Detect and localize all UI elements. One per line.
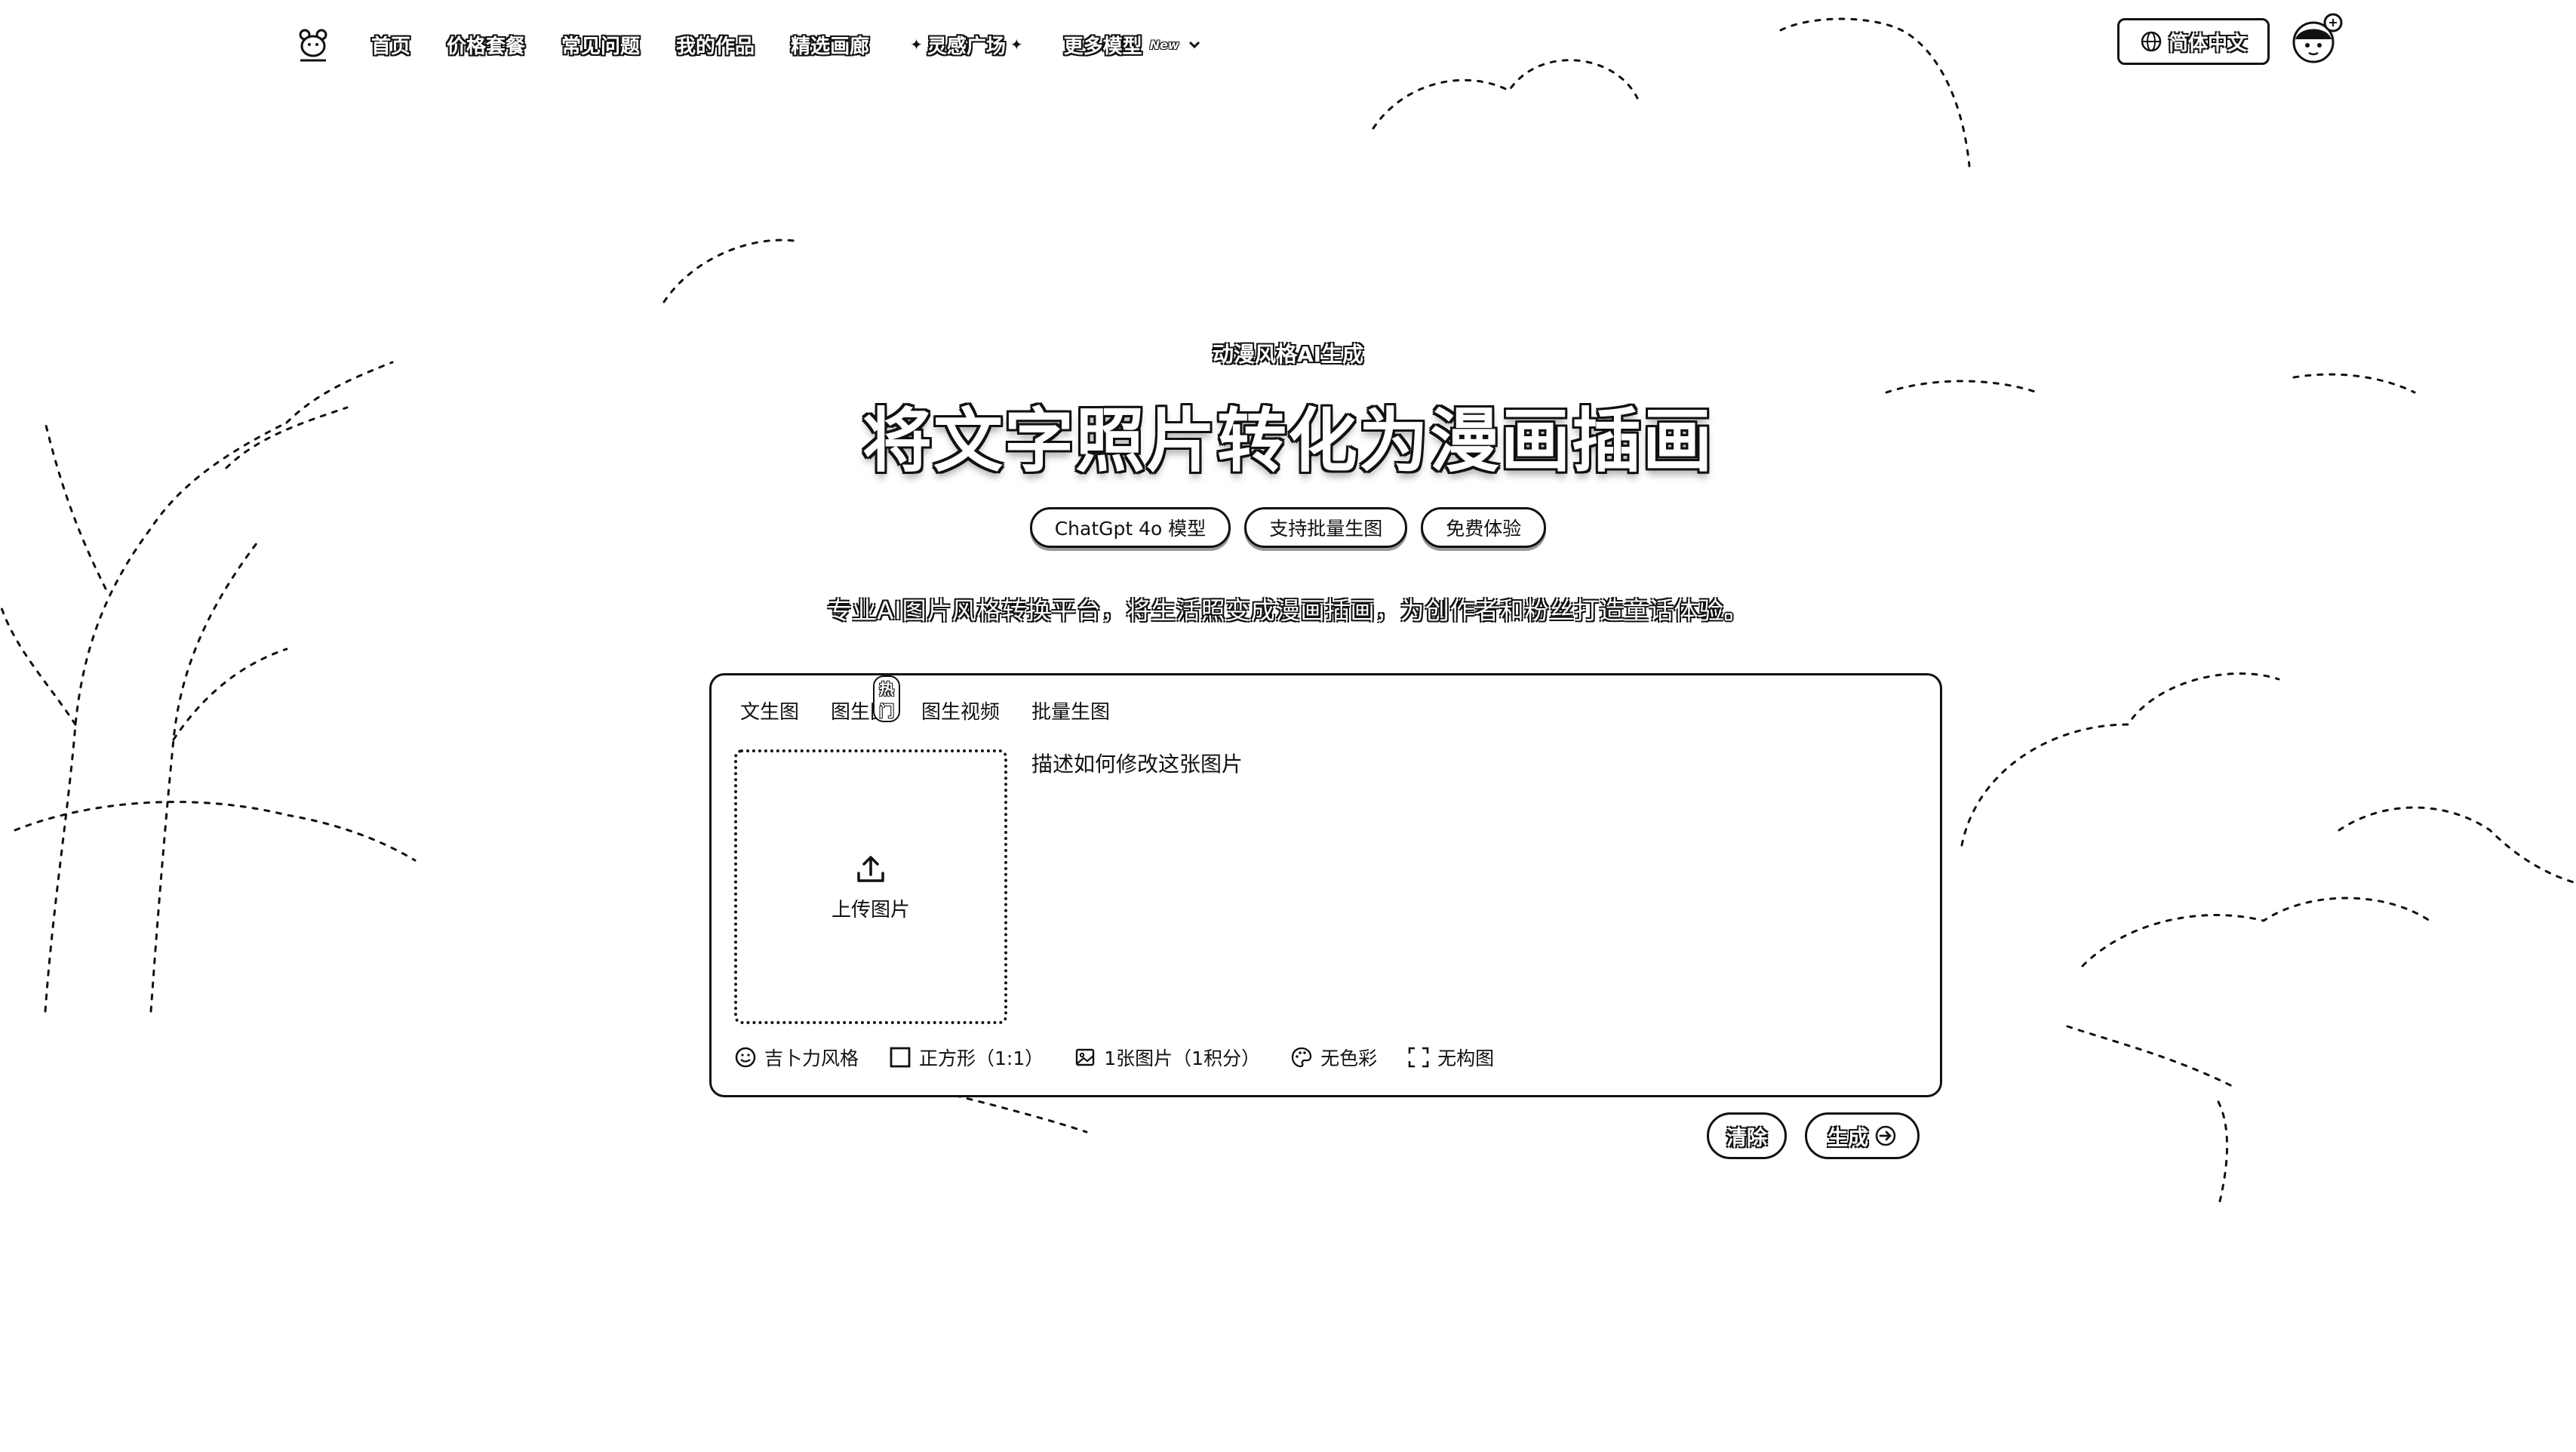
feature-chips: ChatGpt 4o 模型 支持批量生图 免费体验 bbox=[0, 507, 2576, 548]
mode-tabs: 文生图 图生图 热门 图生视频 批量生图 bbox=[740, 675, 1142, 724]
generate-label: 生成 bbox=[1827, 1126, 1868, 1150]
square-icon bbox=[890, 1047, 911, 1068]
generator-panel: 文生图 图生图 热门 图生视频 批量生图 上传图片 描述如何修改这张图片 吉卜力… bbox=[709, 673, 1942, 1097]
style-selector[interactable]: 吉卜力风格 bbox=[734, 1044, 859, 1071]
upload-dropzone[interactable]: 上传图片 bbox=[734, 749, 1007, 1024]
hero-eyebrow: 动漫风格AI生成 bbox=[1212, 342, 1364, 367]
frame-icon bbox=[1408, 1047, 1429, 1068]
hot-badge: 热门 bbox=[873, 675, 901, 722]
nav-pricing[interactable]: 价格套餐 bbox=[447, 31, 525, 59]
top-nav: 首页 价格套餐 常见问题 我的作品 精选画廊 ✦ 灵感广场 ✦ 更多模型 New bbox=[0, 0, 2576, 91]
avatar[interactable] bbox=[2289, 12, 2344, 66]
nav-faq[interactable]: 常见问题 bbox=[561, 31, 640, 59]
smiley-icon bbox=[735, 1047, 756, 1068]
nav-inspiration[interactable]: ✦ 灵感广场 ✦ bbox=[905, 31, 1028, 59]
page: 首页 价格套餐 常见问题 我的作品 精选画廊 ✦ 灵感广场 ✦ 更多模型 New bbox=[0, 0, 2576, 1452]
bear-logo-icon[interactable] bbox=[294, 26, 332, 63]
clear-button[interactable]: 清除 bbox=[1707, 1112, 1787, 1159]
upload-label: 上传图片 bbox=[831, 898, 910, 921]
chip-model: ChatGpt 4o 模型 bbox=[1029, 507, 1231, 548]
composition-label: 无构图 bbox=[1437, 1047, 1495, 1069]
nav-inspiration-label: 灵感广场 bbox=[927, 35, 1006, 58]
tab-text-to-image[interactable]: 文生图 bbox=[740, 697, 799, 724]
arrow-right-icon bbox=[1875, 1125, 1896, 1146]
count-label: 1张图片（1积分） bbox=[1104, 1047, 1261, 1069]
new-tag: New bbox=[1149, 37, 1179, 52]
count-selector[interactable]: 1张图片（1积分） bbox=[1074, 1044, 1260, 1071]
chevron-down-icon bbox=[1188, 41, 1200, 49]
nav-more-models[interactable]: 更多模型 New bbox=[1064, 31, 1202, 59]
nav-gallery[interactable]: 精选画廊 bbox=[791, 31, 869, 59]
generation-options: 吉卜力风格 正方形（1:1） 1张图片（1积分） 无色彩 无构图 bbox=[734, 1044, 1524, 1071]
language-button[interactable]: 简体中文 bbox=[2117, 18, 2270, 65]
tab-batch[interactable]: 批量生图 bbox=[1031, 697, 1110, 724]
image-icon bbox=[1076, 1048, 1095, 1066]
tab-image-to-image[interactable]: 图生图 热门 bbox=[831, 675, 901, 724]
generate-button[interactable]: 生成 bbox=[1805, 1112, 1920, 1159]
palette-icon bbox=[1291, 1047, 1312, 1068]
color-selector[interactable]: 无色彩 bbox=[1290, 1044, 1377, 1071]
nav-links: 首页 价格套餐 常见问题 我的作品 精选画廊 ✦ 灵感广场 ✦ 更多模型 New bbox=[371, 27, 1238, 62]
hero-title: 将文字照片转化为漫画插画 bbox=[862, 401, 1714, 481]
nav-home[interactable]: 首页 bbox=[371, 31, 410, 59]
style-label: 吉卜力风格 bbox=[764, 1047, 859, 1069]
language-label: 简体中文 bbox=[2168, 32, 2247, 55]
aspect-selector[interactable]: 正方形（1:1） bbox=[889, 1044, 1044, 1071]
upload-icon bbox=[857, 855, 884, 882]
nav-more-models-label: 更多模型 bbox=[1063, 35, 1142, 58]
chip-batch: 支持批量生图 bbox=[1244, 507, 1408, 548]
composition-selector[interactable]: 无构图 bbox=[1407, 1044, 1494, 1071]
sparkle-icon: ✦ bbox=[1010, 35, 1023, 54]
prompt-input[interactable] bbox=[1031, 748, 1914, 1027]
nav-my-works[interactable]: 我的作品 bbox=[676, 31, 755, 59]
color-label: 无色彩 bbox=[1320, 1047, 1378, 1069]
tab-image-to-video[interactable]: 图生视频 bbox=[921, 697, 1000, 724]
aspect-label: 正方形（1:1） bbox=[919, 1047, 1044, 1069]
sparkle-icon: ✦ bbox=[910, 35, 923, 54]
chip-free: 免费体验 bbox=[1421, 507, 1547, 548]
globe-icon bbox=[2141, 31, 2162, 52]
hero-subtitle: 专业AI图片风格转换平台，将生活照变成漫画插画，为创作者和粉丝打造童话体验。 bbox=[827, 596, 1749, 625]
